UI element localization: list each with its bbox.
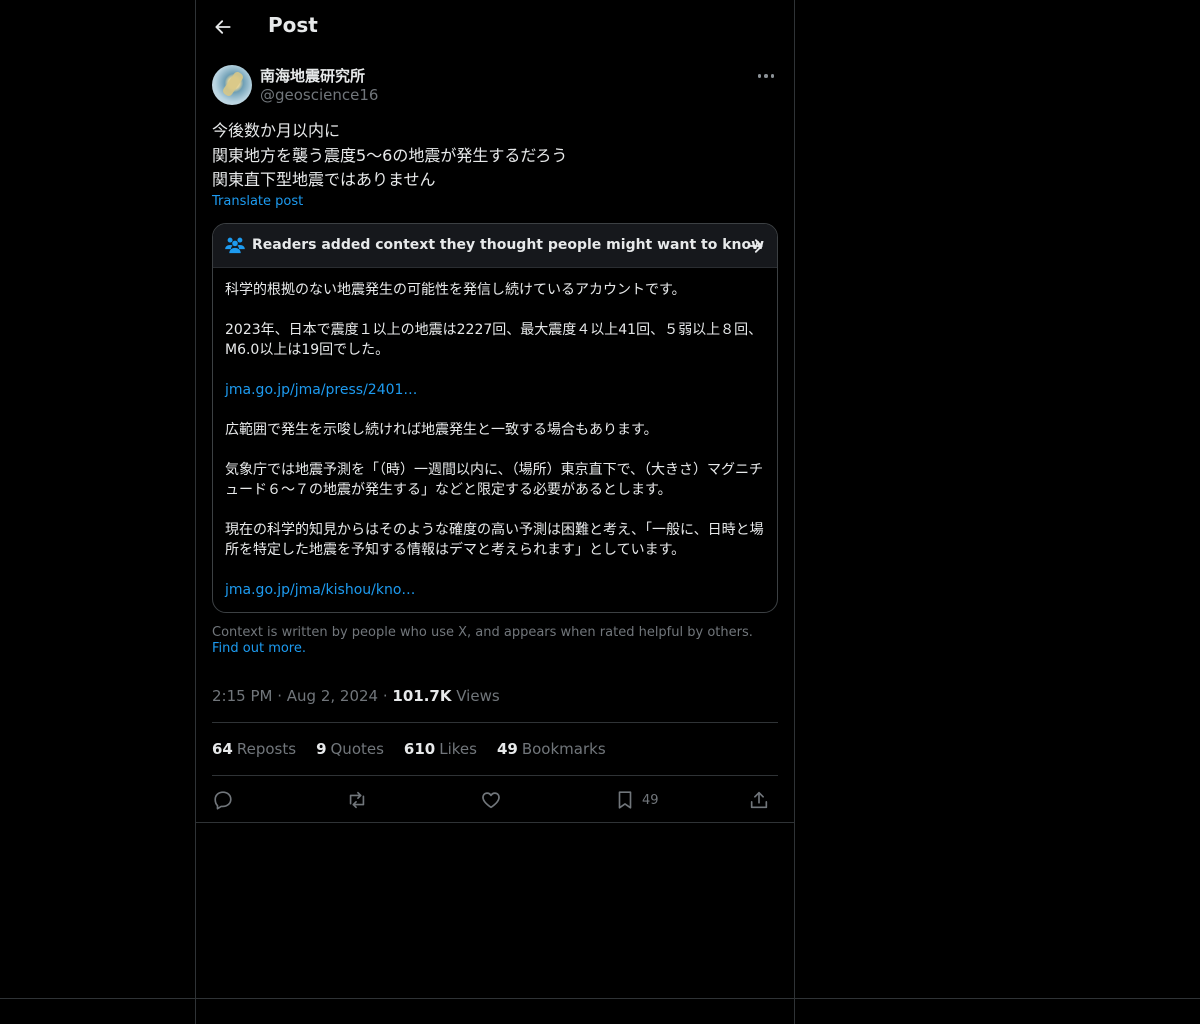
note-link[interactable]: jma.go.jp/jma/kishou/kno…: [225, 582, 415, 598]
community-note-body: 科学的根拠のない地震発生の可能性を発信し続けているアカウントです。 2023年、…: [225, 280, 765, 612]
back-button[interactable]: [212, 16, 234, 38]
note-paragraph: 科学的根拠のない地震発生の可能性を発信し続けているアカウントです。: [225, 282, 686, 298]
avatar[interactable]: [212, 65, 252, 105]
find-out-more-link[interactable]: Find out more.: [212, 641, 306, 656]
translate-post-link[interactable]: Translate post: [212, 194, 303, 209]
note-paragraph: 広範囲で発生を示唆し続ければ地震発生と一致する場合もあります。: [225, 422, 658, 438]
like-button[interactable]: [480, 786, 502, 814]
views-label: Views: [456, 687, 500, 705]
post-author: 南海地震研究所 @geoscience16: [212, 64, 778, 106]
heart-icon: [482, 792, 500, 809]
repost-button[interactable]: [346, 786, 368, 814]
quotes-stat[interactable]: 9 Quotes: [316, 740, 384, 758]
arrow-right-icon: [747, 239, 763, 253]
share-icon: [750, 791, 768, 809]
post-line: 今後数か月以内に: [212, 121, 341, 140]
note-link[interactable]: jma.go.jp/jma/press/2401…: [225, 382, 417, 398]
divider: [212, 775, 778, 776]
author-handle[interactable]: @geoscience16: [260, 86, 378, 104]
post-date[interactable]: Aug 2, 2024: [287, 687, 378, 705]
divider: [0, 998, 1200, 999]
post-header: Post: [196, 0, 794, 54]
reposts-stat[interactable]: 64 Reposts: [212, 740, 296, 758]
context-footer: Context is written by people who use X, …: [212, 625, 778, 657]
bookmark-icon: [618, 791, 632, 809]
reply-button[interactable]: [212, 786, 234, 814]
community-note-header[interactable]: Readers added context they thought peopl…: [213, 224, 777, 268]
post-stats: 64 Reposts 9 Quotes 610 Likes 49 Bookmarks: [212, 740, 606, 758]
context-footer-text: Context is written by people who use X, …: [212, 625, 753, 640]
reply-icon: [214, 791, 232, 810]
arrow-left-icon: [215, 20, 231, 34]
note-paragraph: 2023年、日本で震度１以上の地震は2227回、最大震度４以上41回、５弱以上８…: [225, 322, 763, 358]
likes-stat[interactable]: 610 Likes: [404, 740, 477, 758]
note-paragraph: 現在の科学的知見からはそのような確度の高い予測は困難と考え、「一般に、日時と場所…: [225, 522, 764, 558]
divider: [196, 822, 794, 823]
people-icon: [225, 237, 245, 254]
post-line: 関東直下型地震ではありません: [212, 170, 436, 189]
community-note-title: Readers added context they thought peopl…: [252, 237, 765, 253]
divider: [212, 722, 778, 723]
bookmarks-stat[interactable]: 49 Bookmarks: [497, 740, 606, 758]
post-actions: 49: [212, 786, 778, 814]
post-column: Post 南海地震研究所 @geoscience16 今後数か月以内に 関東地方…: [195, 0, 795, 1024]
post-line: 関東地方を襲う震度5〜6の地震が発生するだろう: [212, 145, 568, 165]
repost-icon: [349, 791, 365, 809]
views-count: 101.7K: [392, 687, 452, 705]
share-button[interactable]: [748, 786, 770, 814]
bookmark-count: 49: [642, 792, 659, 808]
post-time[interactable]: 2:15 PM: [212, 687, 272, 705]
community-note: Readers added context they thought peopl…: [212, 223, 778, 613]
author-display-name[interactable]: 南海地震研究所: [260, 65, 365, 86]
post-text: 今後数か月以内に 関東地方を襲う震度5〜6の地震が発生するだろう 関東直下型地震…: [212, 119, 778, 193]
more-options-button[interactable]: [754, 66, 778, 86]
bookmark-button[interactable]: 49: [614, 786, 659, 814]
more-horizontal-icon: [757, 74, 762, 78]
post-meta: 2:15 PM · Aug 2, 2024 · 101.7K Views: [212, 687, 500, 705]
page-title: Post: [268, 13, 318, 37]
note-paragraph: 気象庁では地震予測を「（時）一週間以内に、（場所）東京直下で、（大きさ）マグニチ…: [225, 462, 764, 498]
